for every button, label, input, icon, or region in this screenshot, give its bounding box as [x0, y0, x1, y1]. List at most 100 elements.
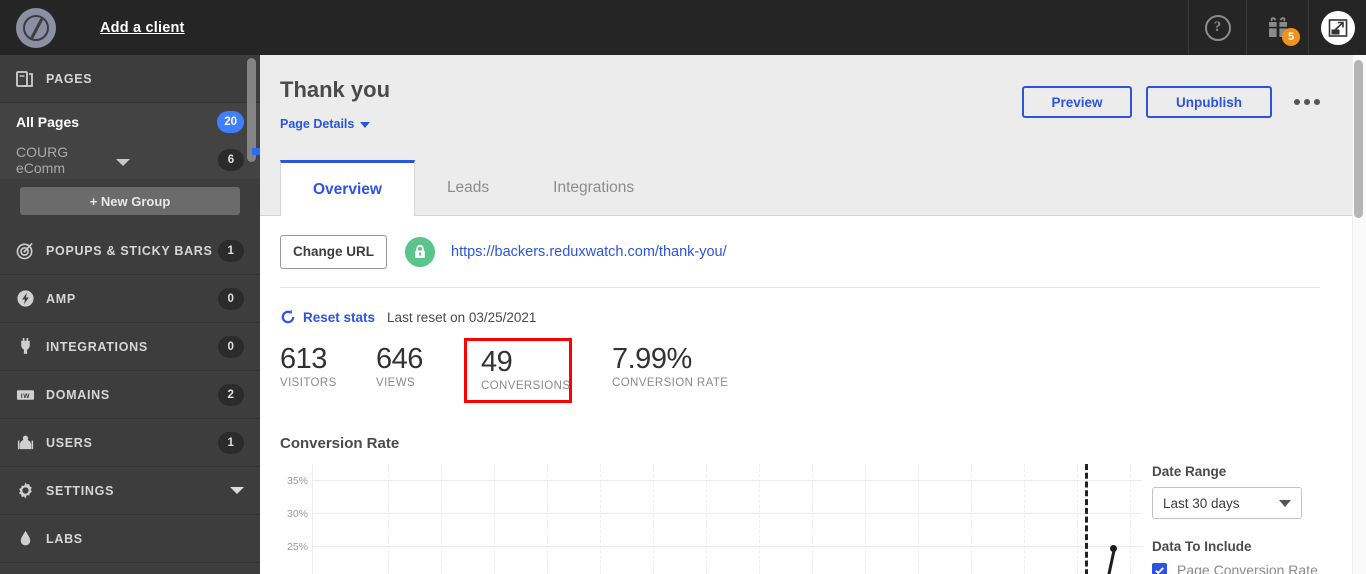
sidebar-item-users[interactable]: USERS 1 [0, 419, 260, 467]
account-avatar-button[interactable] [1308, 0, 1366, 55]
tab-integrations[interactable]: Integrations [521, 160, 666, 216]
tab-bar: Overview Leads Integrations [260, 160, 1366, 216]
gift-badge-count: 5 [1282, 28, 1300, 46]
chart-data-point[interactable] [1110, 545, 1117, 553]
sidebar-page-row-courg-ecomm[interactable]: COURG eComm 6 [0, 141, 260, 179]
unbounce-logo-icon[interactable] [16, 7, 56, 48]
stat-value: 613 [280, 343, 327, 375]
gridline-vertical [441, 464, 442, 574]
gridline-vertical [865, 464, 866, 574]
new-group-wrap: + New Group [0, 179, 260, 227]
caret-down-icon [360, 122, 371, 128]
pages-icon [16, 70, 46, 88]
chevron-down-icon[interactable] [116, 158, 130, 166]
sidebar-blue-marker [252, 148, 260, 155]
gear-icon [16, 481, 46, 500]
sidebar-item-count: 1 [218, 431, 244, 454]
gridline-horizontal [313, 513, 1142, 515]
reset-stats-row: Reset stats Last reset on 03/25/2021 [280, 298, 1346, 336]
gridline-vertical [494, 464, 495, 574]
page-conversion-rate-label: Page Conversion Rate [1177, 562, 1318, 574]
gridline-horizontal [313, 480, 1142, 482]
domain-icon: IW [16, 387, 46, 403]
chart-side-panel: Date Range Last 30 days Data To Include … [1142, 464, 1332, 574]
page-details-label: Page Details [280, 117, 355, 131]
page-conversion-rate-checkbox[interactable] [1152, 562, 1167, 574]
sidebar-item-label: SETTINGS [46, 483, 115, 498]
stats-row: 613 VISITORS 646 VIEWS 49 CONVERSIONS 7.… [280, 338, 1346, 404]
gridline-vertical [759, 464, 760, 574]
sidebar-item-labs[interactable]: LABS [0, 515, 260, 563]
data-include-row-page-conversion-rate: Page Conversion Rate [1152, 562, 1332, 574]
sidebar-item-popups-sticky-bars[interactable]: POPUPS & STICKY BARS 1 [0, 227, 260, 275]
main-scrollbar-thumb[interactable] [1354, 60, 1363, 218]
sidebar-item-count: 1 [218, 239, 244, 262]
gridline-horizontal [313, 546, 1142, 548]
stat-visitors: 613 VISITORS [280, 338, 372, 397]
date-range-value: Last 30 days [1163, 495, 1240, 511]
overview-content: Change URL https://backers.reduxwatch.co… [260, 216, 1366, 574]
sidebar-scrollbar[interactable] [247, 58, 256, 162]
sidebar-brand-bar: Add a client [0, 0, 260, 55]
header-actions: Preview Unpublish [1022, 86, 1320, 118]
gift-button[interactable]: 5 [1246, 0, 1308, 55]
chart-plot-area [312, 464, 1142, 574]
change-url-button[interactable]: Change URL [280, 234, 387, 269]
conversion-rate-chart: 35% 30% 25% [280, 464, 1142, 574]
help-button[interactable]: ? [1188, 0, 1246, 55]
sidebar-item-integrations[interactable]: INTEGRATIONS 0 [0, 323, 260, 371]
sidebar-item-amp[interactable]: AMP 0 [0, 275, 260, 323]
stat-value: 7.99% [612, 343, 692, 375]
page-url-link[interactable]: https://backers.reduxwatch.com/thank-you… [451, 244, 727, 260]
chart-line-segment [1104, 548, 1116, 574]
new-group-button[interactable]: + New Group [20, 187, 240, 215]
stat-caption: VIEWS [376, 377, 416, 390]
add-client-link[interactable]: Add a client [100, 20, 185, 36]
gridline-vertical [600, 464, 601, 574]
gridline-vertical [918, 464, 919, 574]
tab-label: Leads [446, 179, 490, 196]
top-bar: ? 5 [260, 0, 1366, 55]
sidebar-item-domains[interactable]: IW DOMAINS 2 [0, 371, 260, 419]
stat-conversions: 49 CONVERSIONS [464, 338, 572, 404]
ellipsis-icon[interactable] [1294, 99, 1320, 105]
sidebar-page-count: 20 [217, 111, 244, 133]
gridline-vertical [1130, 464, 1131, 574]
plug-icon [16, 337, 46, 356]
tab-label: Integrations [553, 179, 635, 196]
flask-icon [16, 529, 46, 548]
gridline-vertical [1024, 464, 1025, 574]
broken-image-avatar-icon [1320, 10, 1355, 45]
sidebar-page-row-all-pages[interactable]: All Pages 20 [0, 103, 260, 141]
chevron-down-icon[interactable] [230, 487, 244, 494]
sidebar-item-label: USERS [46, 435, 93, 450]
gridline-vertical [812, 464, 813, 574]
stat-caption: CONVERSION RATE [612, 377, 729, 390]
sidebar-item-label: AMP [46, 291, 76, 306]
sidebar: Add a client PAGES All Pages 20 COURG eC… [0, 0, 260, 574]
unpublish-button[interactable]: Unpublish [1146, 86, 1272, 118]
sidebar-item-count: 0 [218, 335, 244, 358]
date-range-select[interactable]: Last 30 days [1152, 487, 1302, 520]
lightning-bolt-icon [16, 289, 46, 308]
tab-leads[interactable]: Leads [415, 160, 521, 216]
sidebar-item-settings[interactable]: SETTINGS [0, 467, 260, 515]
stat-value: 646 [376, 343, 423, 375]
app-root: Add a client PAGES All Pages 20 COURG eC… [0, 0, 1366, 574]
refresh-icon[interactable] [280, 309, 296, 325]
sidebar-section-pages[interactable]: PAGES [0, 55, 260, 103]
tab-overview[interactable]: Overview [280, 160, 415, 216]
page-header: Thank you Page Details Preview Unpublish [260, 55, 1366, 160]
y-axis-tick: 30% [286, 508, 308, 521]
stat-conversion-rate: 7.99% CONVERSION RATE [612, 338, 740, 397]
sidebar-section-pages-label: PAGES [46, 71, 93, 86]
page-details-toggle[interactable]: Page Details [280, 117, 371, 131]
stat-views: 646 VIEWS [376, 338, 464, 397]
preview-button[interactable]: Preview [1022, 86, 1132, 118]
target-icon [16, 241, 46, 260]
chevron-down-icon [1279, 499, 1291, 507]
gridline-vertical [706, 464, 707, 574]
today-marker-line [1085, 464, 1088, 574]
reset-stats-link[interactable]: Reset stats [303, 310, 375, 325]
stat-caption: CONVERSIONS [481, 380, 571, 393]
